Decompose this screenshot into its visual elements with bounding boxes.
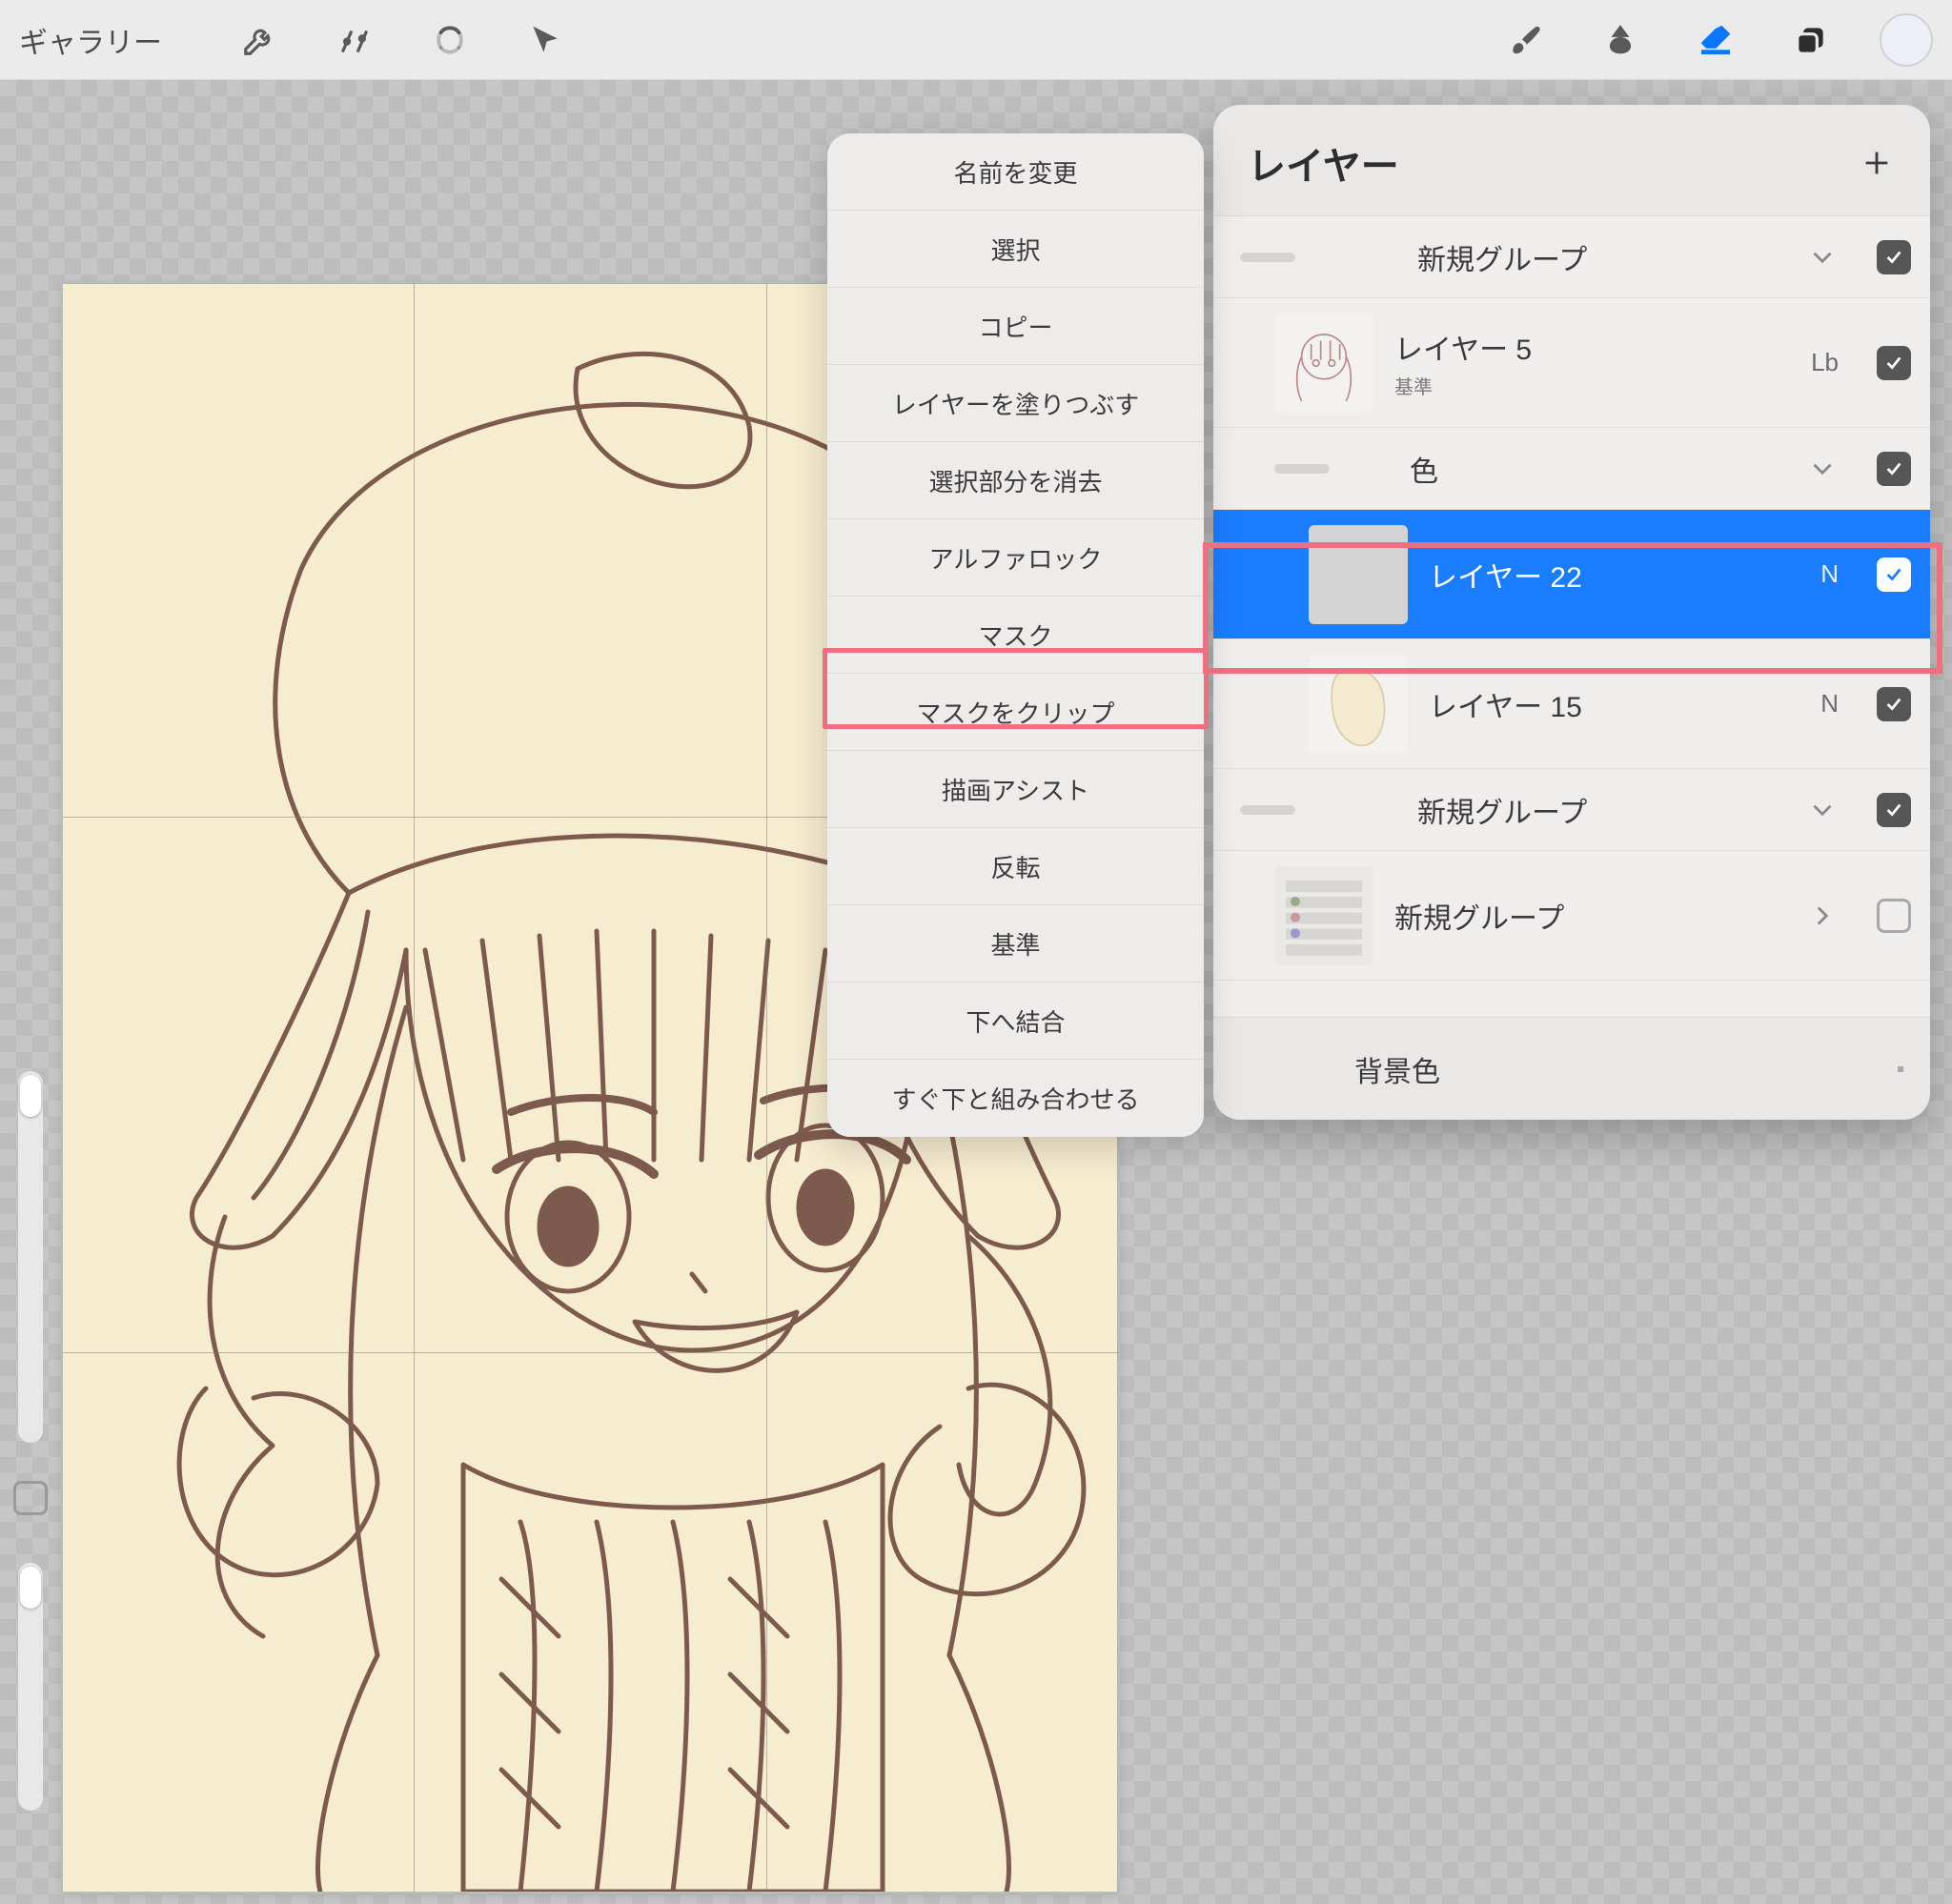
brush-icon[interactable] [1498,13,1552,67]
ctx-clear-selection[interactable]: 選択部分を消去 [827,442,1204,519]
eraser-icon[interactable] [1689,13,1742,67]
top-toolbar: ギャラリー [0,0,1952,80]
add-layer-button[interactable] [1858,144,1896,182]
ctx-reference[interactable]: 基準 [827,905,1204,982]
selection-icon[interactable] [423,13,477,67]
adjustments-icon[interactable] [328,13,381,67]
layer-group-row[interactable]: 新規グループ [1213,216,1930,298]
layer-name: レイヤー 15 [1429,683,1800,725]
toolbar-right-group [1498,13,1933,67]
layer-row[interactable]: レイヤー 5 基準 Lb [1213,298,1930,428]
layers-panel-header: レイヤー [1213,105,1930,215]
ctx-combine-down[interactable]: すぐ下と組み合わせる [827,1060,1204,1137]
layer-group-row[interactable]: 色 [1213,428,1930,510]
modify-button[interactable] [13,1481,48,1515]
layer-group-row[interactable]: 新規グループ [1213,769,1930,851]
visibility-checkbox[interactable] [1877,557,1911,592]
layer-thumbnail [1274,866,1373,965]
chevron-down-icon[interactable] [1806,241,1839,273]
visibility-checkbox[interactable] [1877,793,1911,827]
layer-name: レイヤー 5 [1394,326,1790,368]
ctx-copy[interactable]: コピー [827,288,1204,365]
visibility-checkbox[interactable] [1877,240,1911,274]
layers-panel: レイヤー 新規グループ レイヤー 5 基準 Lb 色 [1213,105,1930,1120]
color-swatch[interactable] [1880,13,1933,67]
visibility-checkbox[interactable] [1877,452,1911,486]
blend-mode-label[interactable]: N [1820,559,1839,589]
ctx-merge-down[interactable]: 下へ結合 [827,982,1204,1060]
chevron-down-icon[interactable] [1806,794,1839,826]
ctx-alpha-lock[interactable]: アルファロック [827,519,1204,597]
smudge-icon[interactable] [1594,13,1647,67]
brush-size-thumb[interactable] [20,1075,41,1117]
layer-thumbnail [1274,314,1373,413]
opacity-thumb[interactable] [20,1567,41,1609]
opacity-slider[interactable] [18,1563,43,1811]
layers-panel-title: レイヤー [1248,135,1399,191]
layer-subtitle: 基準 [1394,372,1790,399]
layer-name: 色 [1410,448,1785,490]
blend-mode-label[interactable]: Lb [1811,348,1839,377]
ctx-mask[interactable]: マスク [827,597,1204,674]
ctx-select[interactable]: 選択 [827,211,1204,288]
layer-row[interactable]: 新規グループ [1213,851,1930,981]
side-sliders [8,1071,53,1849]
brush-size-slider[interactable] [18,1071,43,1443]
chevron-down-icon[interactable] [1806,453,1839,485]
chevron-right-icon[interactable] [1806,900,1839,932]
layer-name: 新規グループ [1417,789,1785,831]
toolbar-left-group: ギャラリー [19,13,572,67]
group-handle-icon [1274,464,1330,474]
group-handle-icon [1240,805,1295,815]
layer-name: 新規グループ [1394,895,1785,937]
visibility-checkbox[interactable] [1898,1066,1903,1072]
layer-row[interactable]: レイヤー 15 N [1213,639,1930,769]
ctx-invert[interactable]: 反転 [827,828,1204,905]
layer-name: レイヤー 22 [1429,554,1800,596]
layer-thumbnail [1309,525,1408,624]
layers-icon[interactable] [1784,13,1838,67]
blend-mode-label[interactable]: N [1820,689,1839,719]
background-layer-row[interactable]: 背景色 [1213,1017,1930,1120]
ctx-clipping-mask[interactable]: マスクをクリップ [827,674,1204,751]
ctx-drawing-assist[interactable]: 描画アシスト [827,751,1204,828]
gallery-button[interactable]: ギャラリー [19,19,162,61]
wrench-icon[interactable] [233,13,286,67]
visibility-checkbox[interactable] [1877,346,1911,380]
layer-name: 新規グループ [1417,236,1785,278]
ctx-fill-layer[interactable]: レイヤーを塗りつぶす [827,365,1204,442]
transform-arrow-icon[interactable] [518,13,572,67]
visibility-checkbox[interactable] [1877,899,1911,933]
layer-row-selected[interactable]: レイヤー 22 N [1213,510,1930,639]
layer-context-menu: 名前を変更 選択 コピー レイヤーを塗りつぶす 選択部分を消去 アルファロック … [827,133,1204,1137]
ctx-rename[interactable]: 名前を変更 [827,133,1204,211]
layer-thumbnail [1309,655,1408,754]
group-handle-icon [1240,253,1295,262]
visibility-checkbox[interactable] [1877,687,1911,721]
layers-list: 新規グループ レイヤー 5 基準 Lb 色 レイヤー 22 N [1213,215,1930,1017]
layer-name: 背景色 [1240,1048,1555,1090]
